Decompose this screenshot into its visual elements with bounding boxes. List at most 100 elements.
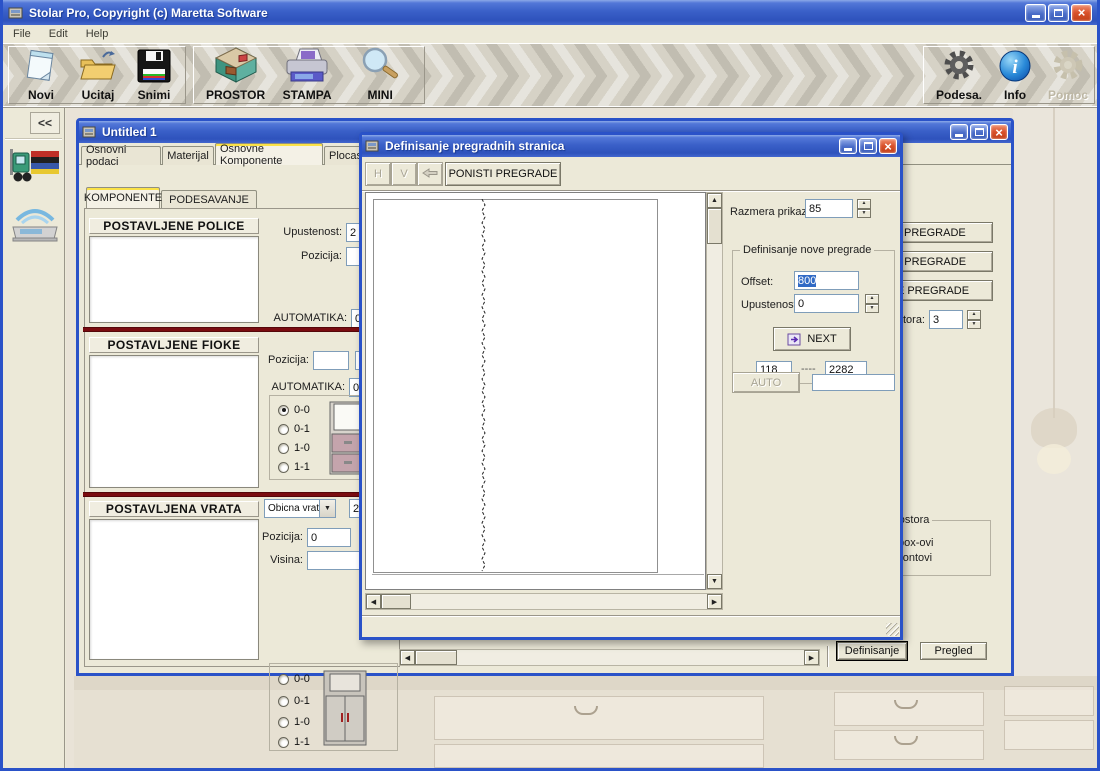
new-button[interactable]: Novi <box>21 48 61 102</box>
tab-osnovni-podaci[interactable]: Osnovni podaci <box>81 146 161 165</box>
tab-materijal[interactable]: Materijal <box>162 146 214 165</box>
main-horizontal-scrollbar[interactable]: ◀ ▶ <box>399 649 820 666</box>
open-button[interactable]: Ucitaj <box>77 48 119 102</box>
subtab-podesavanje[interactable]: PODESAVANJE <box>161 190 257 208</box>
vrata-radio-1-0[interactable]: 1-0 <box>278 716 310 728</box>
police-automatika-label: AUTOMATIKA: <box>259 312 347 324</box>
dialog-upustenost-field[interactable]: 0 <box>794 294 859 313</box>
chevron-down-icon: ▼ <box>319 499 336 518</box>
mdi-area: Untitled 1 × Osnovni podaci Materijal Os… <box>66 108 1097 768</box>
scanner-icon[interactable] <box>9 200 61 249</box>
client-area: << <box>3 108 1097 768</box>
prostora-field[interactable]: 3 <box>929 310 963 329</box>
fioke-radio-0-1[interactable]: 0-1 <box>278 423 310 435</box>
app-minimize-button[interactable] <box>1025 4 1046 22</box>
dialog-minimize-button[interactable] <box>839 138 857 154</box>
police-header[interactable]: POSTAVLJENE POLICE <box>89 218 259 234</box>
sidebar-collapse-button[interactable]: << <box>30 112 60 134</box>
untitled-minimize-button[interactable] <box>950 124 968 140</box>
vrata-visina-field[interactable] <box>307 551 367 570</box>
subtab-komponente[interactable]: KOMPONENTE <box>86 187 160 208</box>
nova-pregrada-group-title: Definisanje nove pregrade <box>740 244 874 256</box>
offset-label: Offset: <box>741 276 773 288</box>
menu-help[interactable]: Help <box>86 28 109 40</box>
prostor-button[interactable]: PROSTOR <box>206 46 265 102</box>
save-button[interactable]: Snimi <box>135 48 173 102</box>
vrata-radio-0-0[interactable]: 0-0 <box>278 673 310 685</box>
toolbar-tools-group: PROSTOR STAMPA MINI <box>193 46 425 104</box>
scroll-up-icon[interactable]: ▲ <box>707 193 722 208</box>
settings-button[interactable]: Podesa. <box>936 46 982 102</box>
fioke-radio-0-0[interactable]: 0-0 <box>278 404 310 416</box>
background-photo-cabinets <box>74 676 1097 768</box>
canvas-hscroll-thumb[interactable] <box>381 594 411 609</box>
main-hscroll-thumb[interactable] <box>415 650 457 665</box>
scroll-right-icon[interactable]: ▶ <box>804 650 819 665</box>
resize-grip[interactable] <box>886 623 899 636</box>
vrata-radio-0-1[interactable]: 0-1 <box>278 695 310 707</box>
app-maximize-button[interactable] <box>1048 4 1069 22</box>
undo-arrow-button[interactable] <box>417 162 443 186</box>
app-close-button[interactable]: × <box>1071 4 1092 22</box>
prostora-spinner[interactable]: ▲▼ <box>967 310 981 329</box>
untitled-close-button[interactable]: × <box>990 124 1008 140</box>
forklift-icon[interactable] <box>7 142 61 195</box>
app-title: Stolar Pro, Copyright (c) Maretta Softwa… <box>29 6 268 20</box>
menu-file[interactable]: File <box>13 28 31 40</box>
ponisti-pregrade-button[interactable]: PONISTI PREGRADE <box>445 162 561 186</box>
svg-text:i: i <box>1012 57 1018 78</box>
cabinet-doors-image <box>322 669 368 750</box>
next-button[interactable]: NEXT <box>773 327 851 351</box>
nova-pregrada-groupbox: Definisanje nove pregrade Offset: 800 Up… <box>732 250 895 384</box>
untitled-maximize-button[interactable] <box>970 124 988 140</box>
fioke-pozicija-field[interactable] <box>313 351 349 370</box>
offset-field[interactable]: 800 <box>794 271 859 290</box>
fioke-header[interactable]: POSTAVLJENE FIOKE <box>89 337 259 353</box>
tab-osnovne-komponente[interactable]: Osnovne Komponente <box>215 143 323 165</box>
dialog-titlebar[interactable]: Definisanje pregradnih stranica × <box>362 135 900 157</box>
dialog-close-button[interactable]: × <box>879 138 897 154</box>
police-list[interactable] <box>89 236 259 323</box>
scroll-left-icon[interactable]: ◀ <box>400 650 415 665</box>
help-button[interactable]: Pomoc <box>1048 46 1088 102</box>
help-disabled-icon <box>1048 46 1088 87</box>
pregrade-canvas[interactable] <box>365 192 706 590</box>
fioke-radio-1-1[interactable]: 1-1 <box>278 461 310 473</box>
razmera-spinner[interactable]: ▲▼ <box>857 199 871 218</box>
canvas-vscroll-thumb[interactable] <box>707 208 722 244</box>
vertical-button[interactable]: V <box>391 162 417 186</box>
canvas-horizontal-scrollbar[interactable]: ◀ ▶ <box>365 593 723 610</box>
auto-field[interactable] <box>812 374 895 391</box>
pregled-button[interactable]: Pregled <box>920 642 987 660</box>
upustenost-spinner[interactable]: ▲▼ <box>865 294 879 313</box>
magnifier-icon <box>357 46 403 87</box>
canvas-scroll-right-icon[interactable]: ▶ <box>707 594 722 609</box>
vrata-type-dropdown[interactable]: Obicna vrata ▼ <box>264 499 336 518</box>
razmera-field[interactable]: 85 <box>805 199 853 218</box>
auto-button[interactable]: AUTO <box>732 372 800 393</box>
dialog-maximize-button[interactable] <box>859 138 877 154</box>
fioke-list[interactable] <box>89 355 259 488</box>
scroll-down-icon[interactable]: ▼ <box>707 574 722 589</box>
info-button[interactable]: i Info <box>998 48 1032 102</box>
definisanje-button[interactable]: Definisanje <box>837 642 907 660</box>
untitled-window-title: Untitled 1 <box>102 125 157 139</box>
menu-bar: File Edit Help <box>3 25 1097 44</box>
dialog-upustenost-label: Upustenost: <box>741 299 800 311</box>
canvas-baseline <box>372 574 704 575</box>
horizontal-button[interactable]: H <box>365 162 391 186</box>
vrata-header[interactable]: POSTAVLJENA VRATA <box>89 501 259 517</box>
printer-icon <box>281 46 333 87</box>
vrata-pozicija-label: Pozicija: <box>259 531 303 543</box>
vrata-list[interactable] <box>89 519 259 660</box>
vrata-pozicija-field[interactable]: 0 <box>307 528 351 547</box>
dialog-title: Definisanje pregradnih stranica <box>385 139 564 153</box>
canvas-scroll-left-icon[interactable]: ◀ <box>366 594 381 609</box>
mini-button[interactable]: MINI <box>357 46 403 102</box>
menu-edit[interactable]: Edit <box>49 28 68 40</box>
canvas-vertical-scrollbar[interactable]: ▲ ▼ <box>706 192 723 590</box>
prostora-line-1: box-ovi <box>898 537 933 549</box>
stampa-button[interactable]: STAMPA <box>281 46 333 102</box>
fioke-radio-1-0[interactable]: 1-0 <box>278 442 310 454</box>
vrata-radio-1-1[interactable]: 1-1 <box>278 736 310 748</box>
